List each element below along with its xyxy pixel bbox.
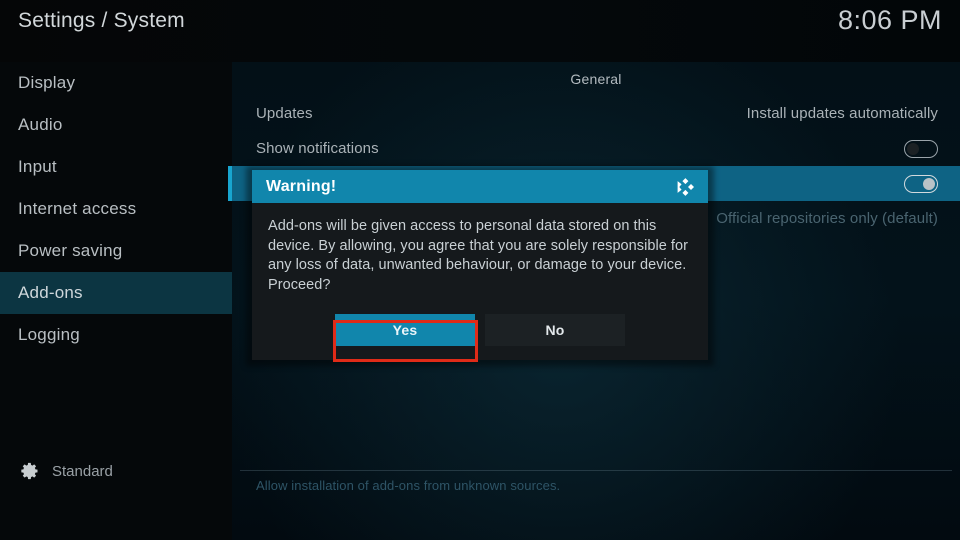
dialog-body: Add-ons will be given access to personal… (252, 203, 708, 295)
page-title: Settings / System (18, 9, 185, 32)
top-bar: Settings / System 8:06 PM (0, 0, 960, 62)
setting-label: Show notifications (256, 140, 379, 157)
no-button[interactable]: No (485, 314, 625, 346)
sidebar: Display Audio Input Internet access Powe… (0, 62, 232, 540)
sidebar-item-label: Input (18, 157, 57, 176)
sidebar-item-logging[interactable]: Logging (0, 314, 232, 356)
kodi-settings-screen: Settings / System 8:06 PM Display Audio … (0, 0, 960, 540)
category-title: General (570, 71, 622, 87)
sidebar-item-label: Audio (18, 115, 63, 134)
footer-divider (240, 470, 952, 471)
dialog-title: Warning! (266, 177, 337, 195)
unknown-sources-toggle[interactable] (904, 174, 938, 193)
clock-label: 8:06 PM (837, 5, 942, 35)
sidebar-item-label: Add-ons (18, 283, 83, 302)
sidebar-item-audio[interactable]: Audio (0, 104, 232, 146)
setting-value: Install updates automatically (746, 105, 938, 122)
settings-level-selector[interactable]: Standard (0, 454, 232, 488)
yes-button[interactable]: Yes (335, 314, 475, 346)
setting-row-show-notifications[interactable]: Show notifications (232, 131, 960, 166)
sidebar-item-label: Display (18, 73, 76, 92)
sidebar-item-display[interactable]: Display (0, 62, 232, 104)
dialog-header: Warning! (252, 170, 708, 203)
setting-value: Official repositories only (default) (716, 210, 938, 227)
toggle-knob (923, 177, 935, 190)
sidebar-item-power-saving[interactable]: Power saving (0, 230, 232, 272)
setting-row-updates[interactable]: Updates Install updates automatically (232, 96, 960, 131)
sidebar-item-label: Logging (18, 325, 80, 344)
sidebar-item-label: Power saving (18, 241, 123, 260)
toggle-knob (907, 142, 919, 155)
setting-label: Updates (256, 105, 313, 122)
warning-dialog: Warning! Add-ons will be given access to… (252, 170, 708, 360)
sidebar-item-label: Internet access (18, 199, 137, 218)
show-notifications-toggle[interactable] (904, 139, 938, 158)
dialog-button-row: Yes No (252, 314, 708, 346)
dialog-message: Add-ons will be given access to personal… (268, 218, 689, 293)
setting-description: Allow installation of add-ons from unkno… (256, 478, 561, 493)
kodi-logo-icon (677, 177, 694, 196)
sidebar-item-add-ons[interactable]: Add-ons (0, 272, 232, 314)
settings-level-label: Standard (52, 462, 113, 480)
sidebar-item-input[interactable]: Input (0, 146, 232, 188)
gear-icon (21, 462, 38, 480)
sidebar-item-internet-access[interactable]: Internet access (0, 188, 232, 230)
